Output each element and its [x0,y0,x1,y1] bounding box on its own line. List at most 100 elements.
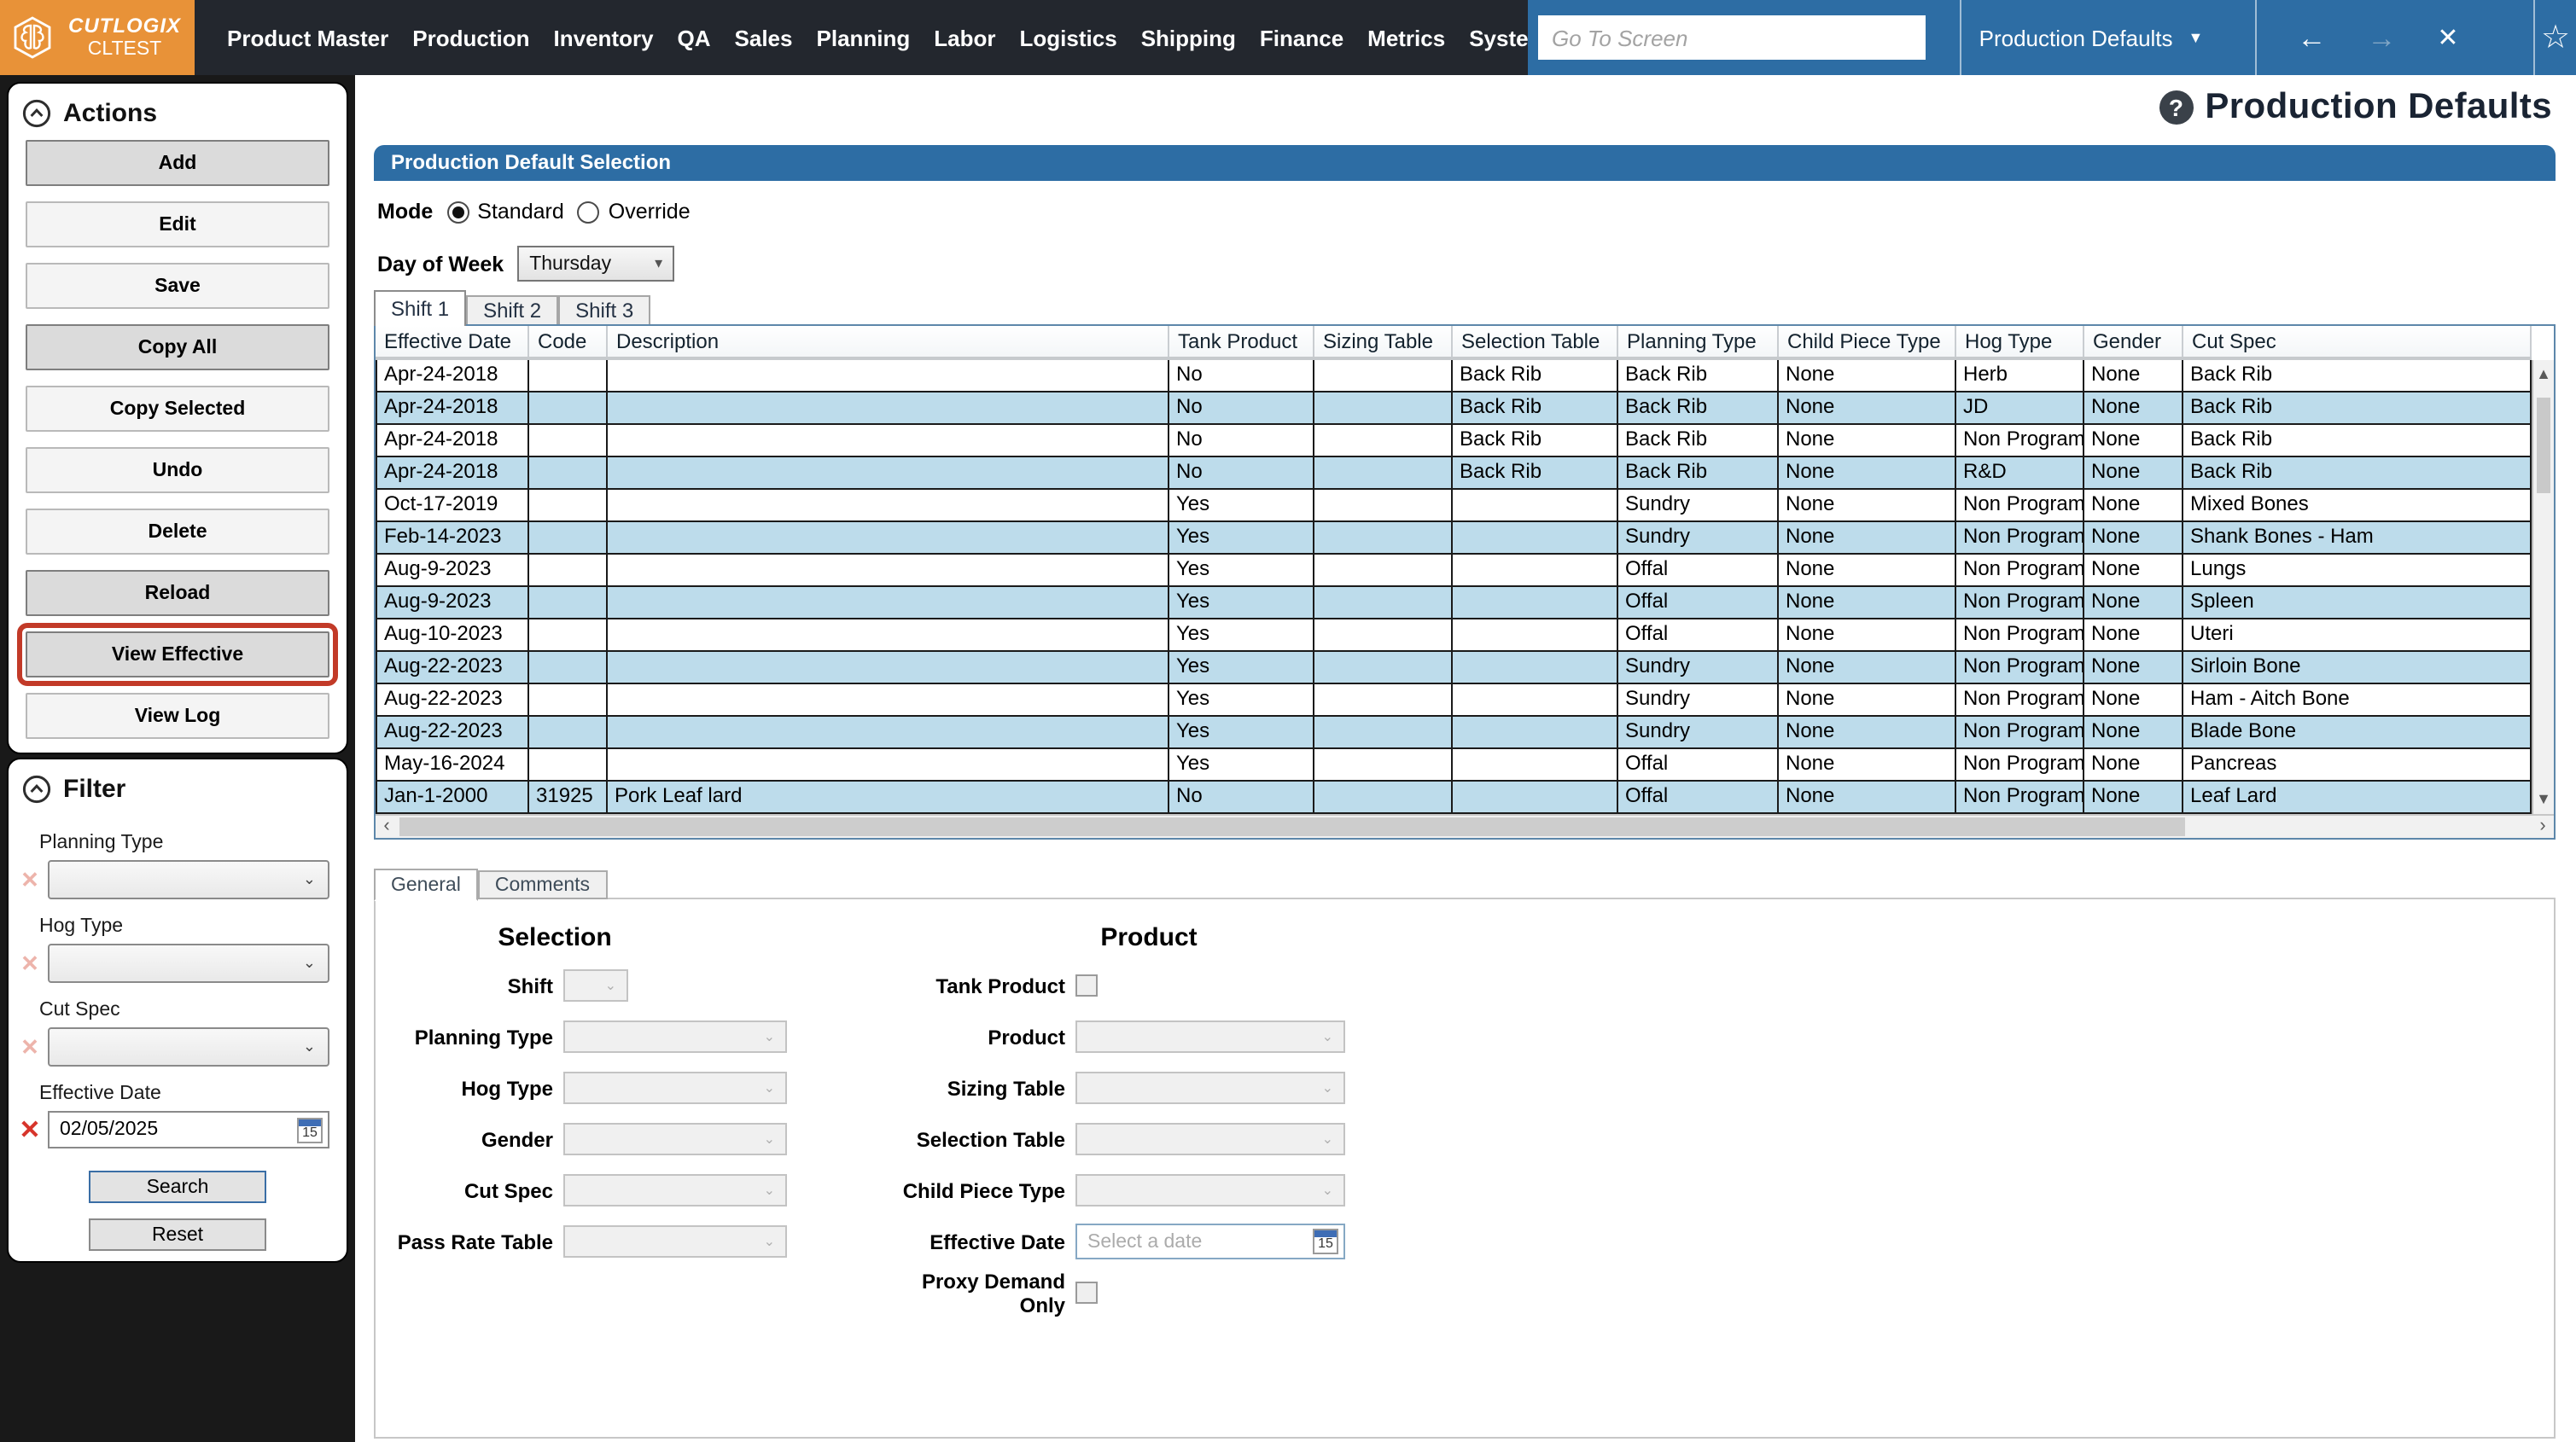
horizontal-scrollbar[interactable]: ‹ › [376,814,2554,838]
cell-hog-type[interactable]: Non Program [1956,555,2084,587]
clear-filter-icon[interactable]: ✕ [19,952,41,974]
cell-effective-date[interactable]: Aug-22-2023 [376,717,529,749]
tab-comments[interactable]: Comments [478,870,607,899]
cell-description[interactable] [608,749,1169,782]
cell-tank-product[interactable]: Yes [1169,555,1314,587]
cell-selection-table[interactable] [1453,652,1618,684]
cell-code[interactable] [529,684,608,717]
action-delete-button[interactable]: Delete [26,509,329,555]
cell-tank-product[interactable]: No [1169,782,1314,814]
cell-hog-type[interactable]: Non Program [1956,782,2084,814]
cell-gender[interactable]: None [2084,490,2183,522]
cell-selection-table[interactable]: Back Rib [1453,457,1618,490]
filter-planning-type-select[interactable]: ⌄ [48,860,329,899]
column-header-code[interactable]: Code [529,326,608,357]
back-icon[interactable]: ← [2297,23,2326,52]
column-header-tank-product[interactable]: Tank Product [1169,326,1314,357]
scroll-right-icon[interactable]: › [2532,816,2554,838]
table-row[interactable]: Aug-22-2023YesSundryNoneNon ProgramNoneS… [376,652,2532,684]
cell-child-piece-type[interactable]: None [1779,587,1956,619]
cell-sizing-table[interactable] [1314,360,1453,392]
action-view-effective-button[interactable]: View Effective [26,631,329,677]
cell-planning-type[interactable]: Sundry [1618,717,1779,749]
search-button[interactable]: Search [89,1171,266,1203]
cell-selection-table[interactable] [1453,522,1618,555]
action-reload-button[interactable]: Reload [26,570,329,616]
cell-description[interactable] [608,360,1169,392]
menu-item-logistics[interactable]: Logistics [1008,25,1129,50]
action-save-button[interactable]: Save [26,263,329,309]
cell-child-piece-type[interactable]: None [1779,457,1956,490]
table-row[interactable]: Aug-22-2023YesSundryNoneNon ProgramNoneB… [376,717,2532,749]
selection-table-select[interactable]: ⌄ [1075,1123,1345,1155]
planning-type-select[interactable]: ⌄ [563,1020,787,1053]
close-icon[interactable]: ✕ [2437,25,2458,50]
cell-effective-date[interactable]: Jan-1-2000 [376,782,529,814]
column-header-selection-table[interactable]: Selection Table [1453,326,1618,357]
forward-icon[interactable]: → [2367,23,2396,52]
cell-code[interactable] [529,392,608,425]
cell-gender[interactable]: None [2084,587,2183,619]
cell-child-piece-type[interactable]: None [1779,619,1956,652]
gender-select[interactable]: ⌄ [563,1123,787,1155]
cell-cut-spec[interactable]: Shank Bones - Ham [2183,522,2532,555]
scroll-left-icon[interactable]: ‹ [376,816,398,838]
menu-item-labor[interactable]: Labor [922,25,1007,50]
cell-hog-type[interactable]: Non Program [1956,749,2084,782]
cell-planning-type[interactable]: Offal [1618,782,1779,814]
action-edit-button[interactable]: Edit [26,201,329,247]
horizontal-scrollbar-thumb[interactable] [399,817,2186,836]
cell-description[interactable] [608,652,1169,684]
cell-selection-table[interactable]: Back Rib [1453,360,1618,392]
product-select[interactable]: ⌄ [1075,1020,1345,1053]
cell-planning-type[interactable]: Offal [1618,749,1779,782]
cell-description[interactable] [608,490,1169,522]
table-row[interactable]: Oct-17-2019YesSundryNoneNon ProgramNoneM… [376,490,2532,522]
go-to-screen-input[interactable] [1538,15,1926,60]
cell-child-piece-type[interactable]: None [1779,425,1956,457]
cell-tank-product[interactable]: No [1169,425,1314,457]
cell-sizing-table[interactable] [1314,425,1453,457]
menu-item-shipping[interactable]: Shipping [1129,25,1248,50]
help-icon[interactable]: ? [2159,90,2193,125]
table-row[interactable]: May-16-2024YesOffalNoneNon ProgramNonePa… [376,749,2532,782]
cell-effective-date[interactable]: Aug-9-2023 [376,587,529,619]
action-add-button[interactable]: Add [26,140,329,186]
cell-sizing-table[interactable] [1314,749,1453,782]
cell-cut-spec[interactable]: Sirloin Bone [2183,652,2532,684]
cell-tank-product[interactable]: Yes [1169,717,1314,749]
column-header-hog-type[interactable]: Hog Type [1956,326,2084,357]
filter-hog-type-select[interactable]: ⌄ [48,944,329,983]
column-header-effective-date[interactable]: Effective Date [376,326,529,357]
cell-selection-table[interactable] [1453,782,1618,814]
cell-description[interactable] [608,717,1169,749]
tab-shift-3[interactable]: Shift 3 [558,295,650,326]
cell-description[interactable] [608,457,1169,490]
cell-sizing-table[interactable] [1314,652,1453,684]
day-of-week-select[interactable]: Thursday ▾ [517,246,674,282]
cell-planning-type[interactable]: Back Rib [1618,392,1779,425]
cell-cut-spec[interactable]: Back Rib [2183,425,2532,457]
cell-effective-date[interactable]: Aug-22-2023 [376,652,529,684]
table-row[interactable]: Aug-10-2023YesOffalNoneNon ProgramNoneUt… [376,619,2532,652]
cell-sizing-table[interactable] [1314,619,1453,652]
table-row[interactable]: Apr-24-2018NoBack RibBack RibNoneNon Pro… [376,425,2532,457]
menu-item-sales[interactable]: Sales [723,25,805,50]
cell-code[interactable] [529,490,608,522]
column-header-child-piece-type[interactable]: Child Piece Type [1779,326,1956,357]
cell-gender[interactable]: None [2084,782,2183,814]
cell-selection-table[interactable] [1453,619,1618,652]
cell-hog-type[interactable]: Non Program [1956,619,2084,652]
menu-item-finance[interactable]: Finance [1248,25,1355,50]
cell-code[interactable] [529,619,608,652]
cell-sizing-table[interactable] [1314,555,1453,587]
menu-item-metrics[interactable]: Metrics [1355,25,1457,50]
cell-hog-type[interactable]: Non Program [1956,587,2084,619]
table-row[interactable]: Apr-24-2018NoBack RibBack RibNoneJDNoneB… [376,392,2532,425]
cell-code[interactable] [529,360,608,392]
cell-effective-date[interactable]: Apr-24-2018 [376,392,529,425]
tab-shift-1[interactable]: Shift 1 [374,290,466,326]
cell-tank-product[interactable]: No [1169,360,1314,392]
cell-effective-date[interactable]: Apr-24-2018 [376,425,529,457]
action-undo-button[interactable]: Undo [26,447,329,493]
